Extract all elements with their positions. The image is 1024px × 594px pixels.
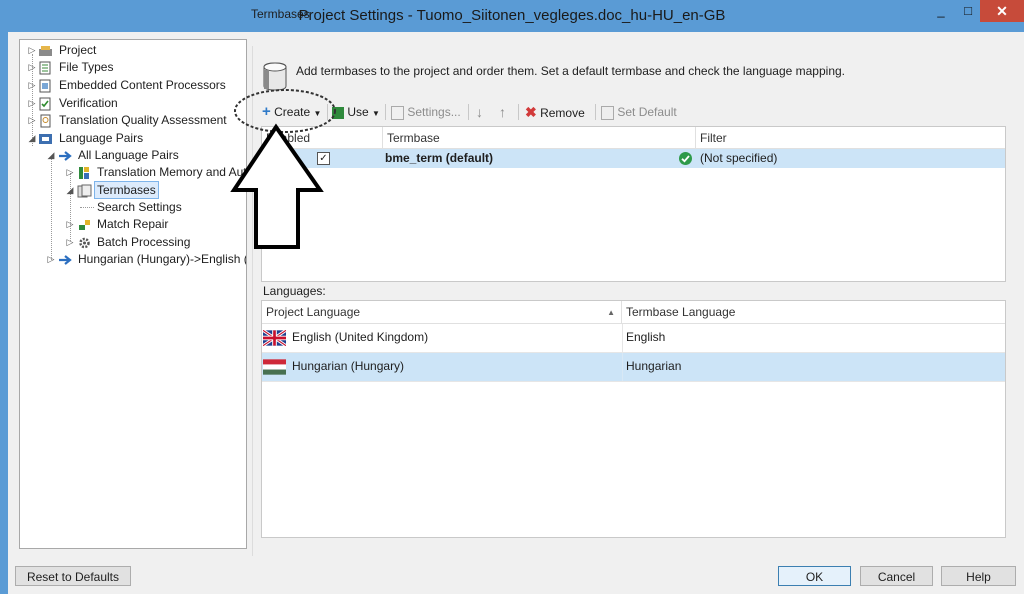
annotation-overlay [230,89,336,249]
annotation-arrow-icon [230,123,324,249]
annotation-circle [234,89,336,133]
